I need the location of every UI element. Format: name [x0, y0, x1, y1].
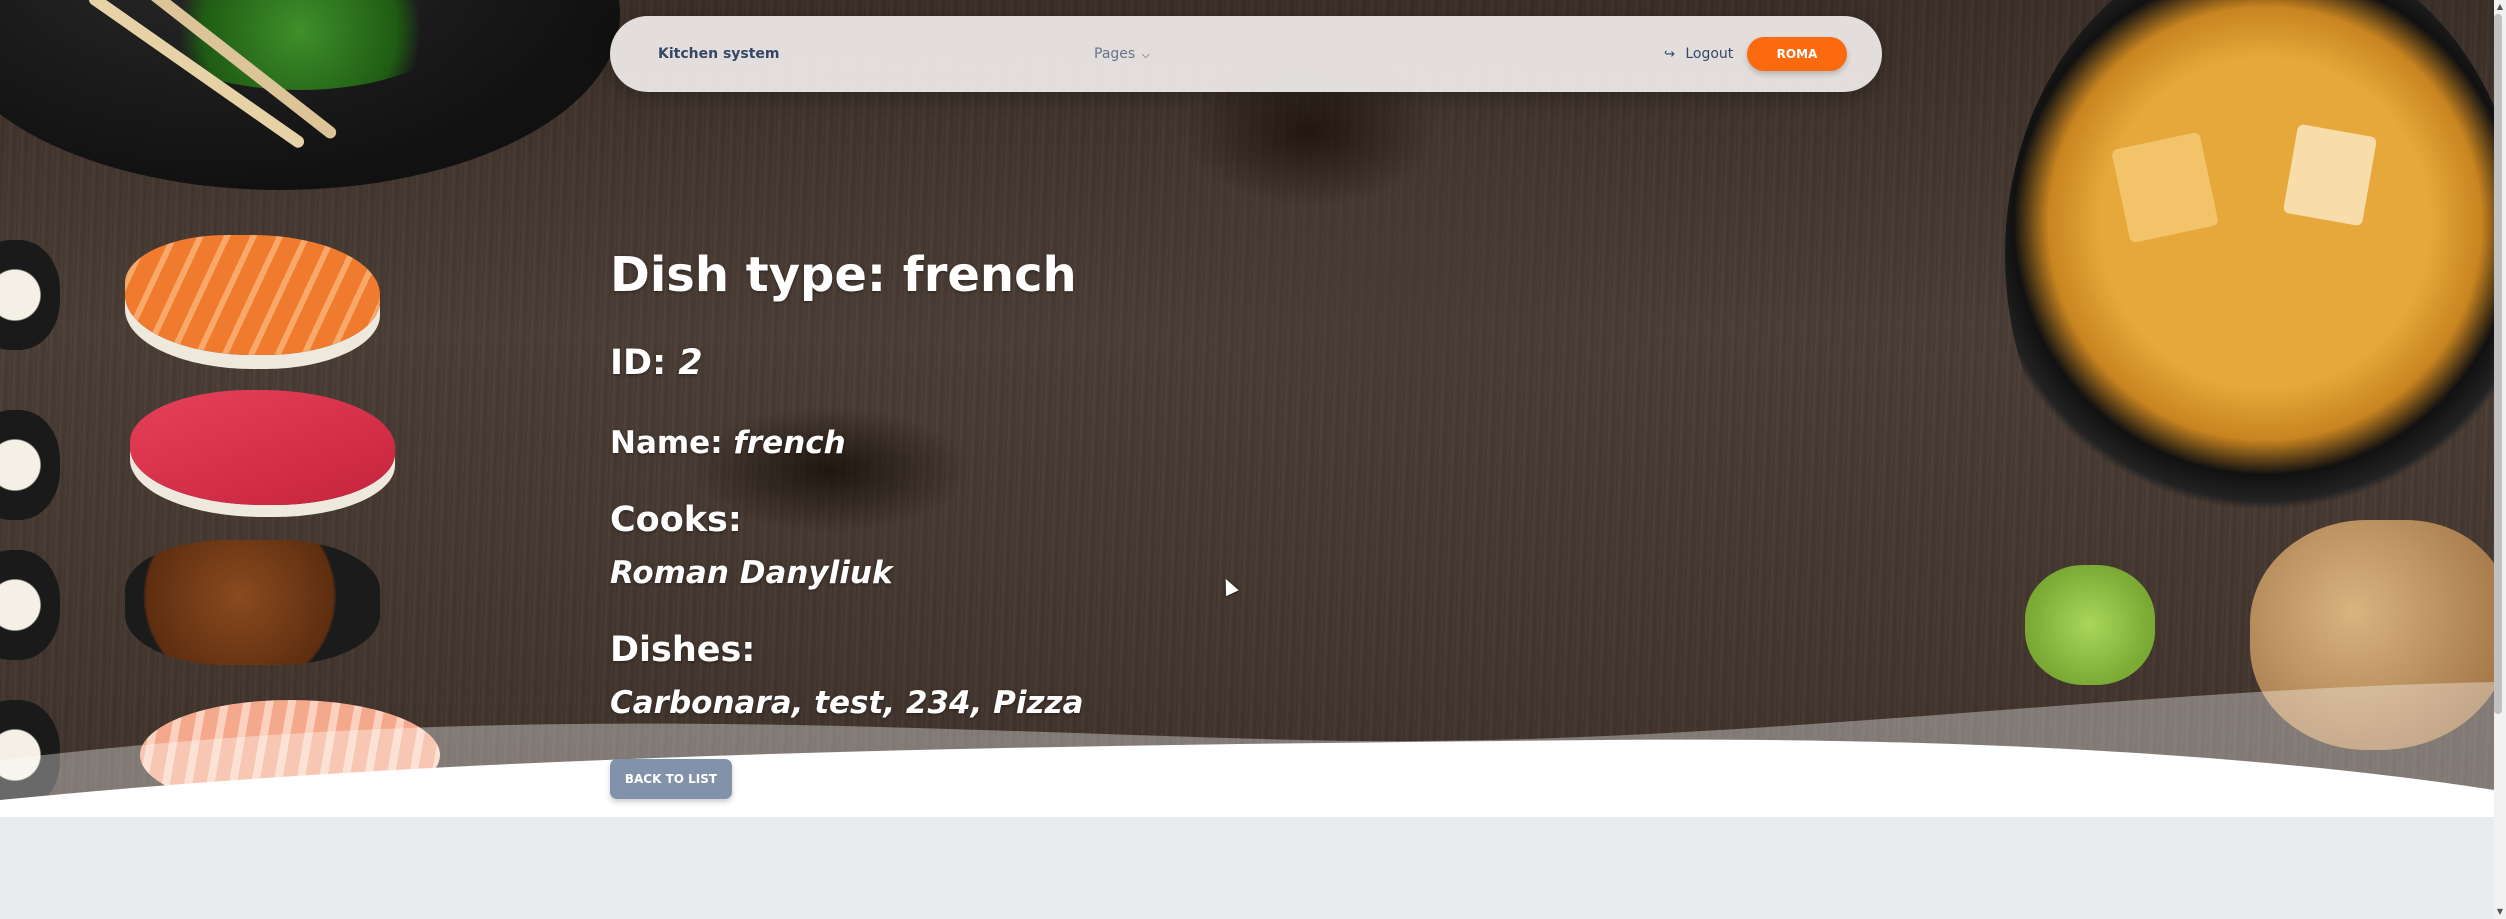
- navbar: Kitchen system Pages ⌵ ↪ Logout ROMA: [610, 16, 1882, 92]
- tofu-image: [2111, 131, 2219, 244]
- cooks-heading: Cooks:: [610, 500, 742, 540]
- brand-link[interactable]: Kitchen system: [658, 16, 780, 92]
- dishes-value: Carbonara, test, 234, Pizza: [610, 685, 1084, 721]
- salmon-nigiri-image: [125, 235, 380, 355]
- scroll-up-icon[interactable]: ▲: [2494, 0, 2506, 14]
- miso-soup-image: [2005, 0, 2494, 570]
- tuna-nigiri-image: [130, 390, 395, 505]
- cooks-value: Roman Danyliuk: [610, 555, 893, 591]
- logout-link[interactable]: ↪ Logout: [1664, 16, 1733, 93]
- tofu-image: [2282, 123, 2378, 227]
- sushi-roll-image: [0, 240, 60, 350]
- logout-label: Logout: [1685, 46, 1734, 62]
- scrollbar[interactable]: ▲ ▼: [2494, 0, 2506, 919]
- logout-icon: ↪: [1664, 47, 1675, 62]
- wave-divider: [0, 682, 2494, 817]
- pages-dropdown[interactable]: Pages ⌵: [1094, 16, 1150, 93]
- user-button[interactable]: ROMA: [1747, 37, 1847, 71]
- scroll-down-icon[interactable]: ▼: [2494, 905, 2506, 919]
- hero-background: [0, 0, 2494, 817]
- page-title: Dish type: french: [610, 247, 1077, 303]
- name-field: Name: french: [610, 425, 846, 461]
- dishes-heading: Dishes:: [610, 630, 756, 670]
- pages-label: Pages: [1094, 46, 1136, 62]
- back-to-list-button[interactable]: BACK TO LIST: [610, 759, 732, 799]
- name-label: Name:: [610, 425, 734, 461]
- id-value: 2: [678, 343, 703, 383]
- sushi-roll-image: [0, 410, 60, 520]
- scroll-thumb[interactable]: [2494, 14, 2502, 714]
- chevron-down-icon: ⌵: [1141, 48, 1150, 61]
- wasabi-image: [2025, 565, 2155, 685]
- id-label: ID:: [610, 343, 679, 383]
- name-value: french: [733, 425, 846, 461]
- id-field: ID: 2: [610, 343, 703, 383]
- eel-nigiri-image: [125, 540, 380, 665]
- sushi-roll-image: [0, 550, 60, 660]
